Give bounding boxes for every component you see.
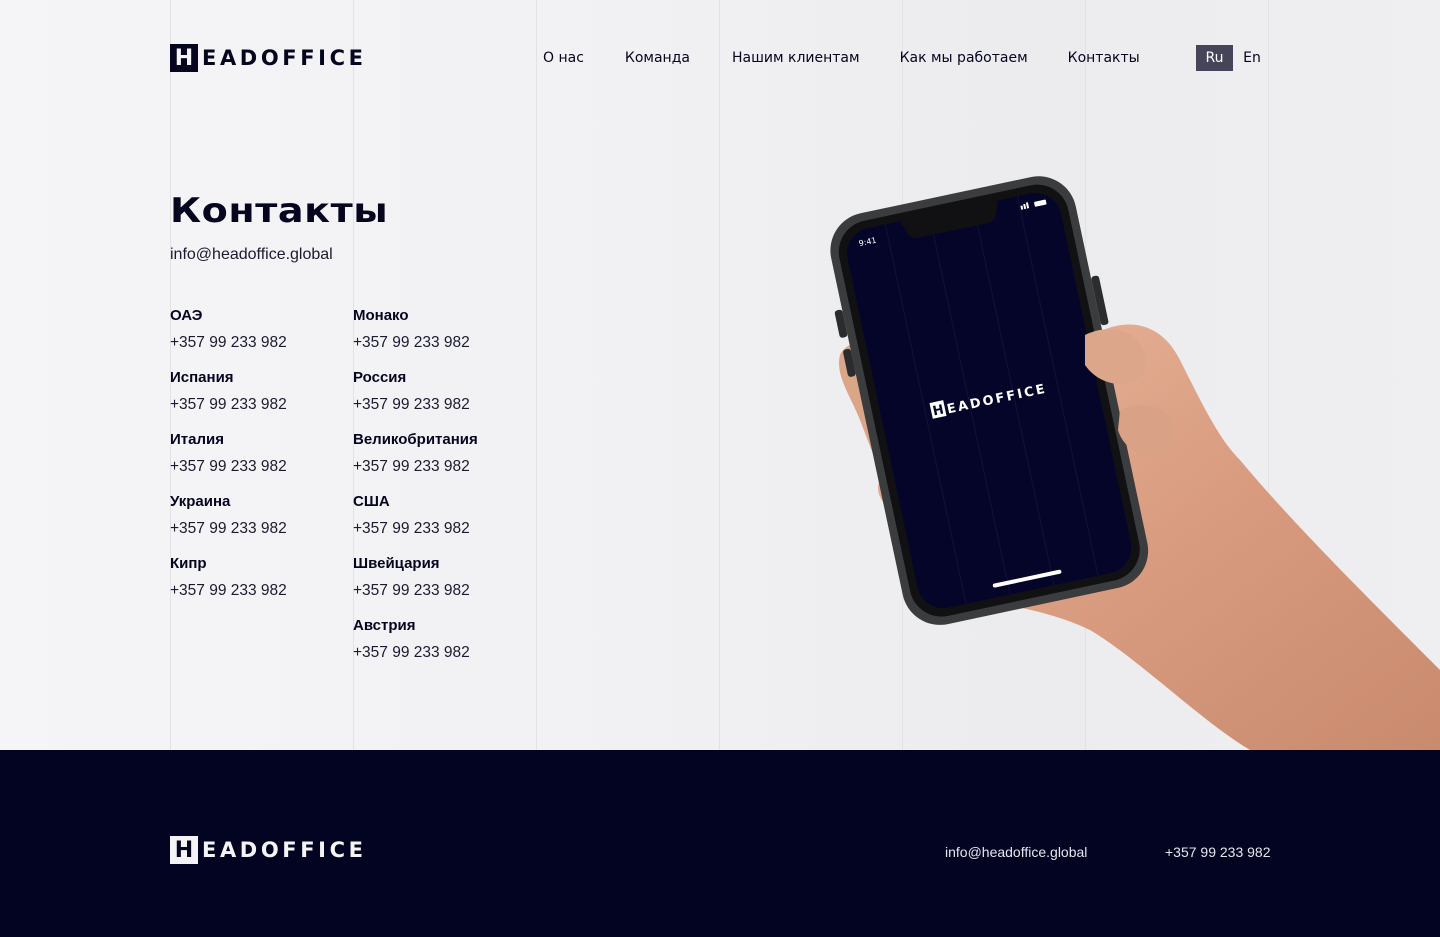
nav-item-contacts[interactable]: Контакты	[1068, 50, 1140, 66]
offices-column-right: Монако +357 99 233 982 Россия +357 99 23…	[353, 306, 478, 678]
office-item: Австрия +357 99 233 982	[353, 616, 478, 678]
office-item: Великобритания +357 99 233 982	[353, 430, 478, 492]
footer-email-link[interactable]: info@headoffice.global	[945, 844, 1087, 860]
office-phone[interactable]: +357 99 233 982	[353, 643, 478, 663]
nav-item-about[interactable]: О нас	[543, 50, 584, 66]
lang-en-button[interactable]: En	[1236, 45, 1268, 71]
office-item: Италия +357 99 233 982	[170, 430, 287, 492]
office-phone[interactable]: +357 99 233 982	[170, 395, 287, 415]
logo-letter: H	[170, 44, 198, 72]
office-country: Италия	[170, 431, 224, 448]
office-country: Монако	[353, 307, 409, 324]
grid-line	[719, 0, 720, 750]
office-country: Испания	[170, 369, 234, 386]
grid-line	[536, 0, 537, 750]
office-item: Испания +357 99 233 982	[170, 368, 287, 430]
main-nav: О нас Команда Нашим клиентам Как мы рабо…	[543, 44, 1140, 71]
nav-item-how-we-work[interactable]: Как мы работаем	[900, 50, 1028, 66]
office-item: США +357 99 233 982	[353, 492, 478, 554]
nav-item-team[interactable]: Команда	[625, 50, 690, 66]
logo-letter: H	[170, 836, 198, 864]
office-item: Россия +357 99 233 982	[353, 368, 478, 430]
office-phone[interactable]: +357 99 233 982	[353, 581, 478, 601]
office-item: Кипр +357 99 233 982	[170, 554, 287, 616]
office-item: Монако +357 99 233 982	[353, 306, 478, 368]
office-item: ОАЭ +357 99 233 982	[170, 306, 287, 368]
office-phone[interactable]: +357 99 233 982	[353, 519, 478, 539]
contact-email-link[interactable]: info@headoffice.global	[170, 246, 333, 264]
footer-logo[interactable]: H EADOFFICE	[170, 836, 367, 864]
office-country: Кипр	[170, 555, 207, 572]
office-item: Швейцария +357 99 233 982	[353, 554, 478, 616]
office-country: ОАЭ	[170, 307, 203, 324]
office-item: Украина +357 99 233 982	[170, 492, 287, 554]
office-country: Россия	[353, 369, 407, 386]
logo-text: EADOFFICE	[202, 46, 367, 70]
office-phone[interactable]: +357 99 233 982	[353, 457, 478, 477]
office-country: США	[353, 493, 390, 510]
office-phone[interactable]: +357 99 233 982	[353, 395, 478, 415]
page-title: Контакты	[170, 191, 389, 231]
footer-phone-link[interactable]: +357 99 233 982	[1165, 844, 1271, 860]
office-phone[interactable]: +357 99 233 982	[170, 333, 287, 353]
header-logo[interactable]: H EADOFFICE	[170, 44, 367, 72]
office-phone[interactable]: +357 99 233 982	[170, 457, 287, 477]
nav-item-clients[interactable]: Нашим клиентам	[732, 50, 860, 66]
office-country: Великобритания	[353, 431, 478, 448]
offices-column-left: ОАЭ +357 99 233 982 Испания +357 99 233 …	[170, 306, 287, 616]
office-phone[interactable]: +357 99 233 982	[170, 581, 287, 601]
office-phone[interactable]: +357 99 233 982	[353, 333, 478, 353]
phone-in-hand-illustration: 9:41 H EADOFFICE	[830, 176, 1440, 750]
office-country: Украина	[170, 493, 231, 510]
lang-ru-button[interactable]: Ru	[1196, 45, 1233, 71]
logo-text: EADOFFICE	[202, 838, 367, 862]
office-country: Швейцария	[353, 555, 440, 572]
office-country: Австрия	[353, 617, 416, 634]
office-phone[interactable]: +357 99 233 982	[170, 519, 287, 539]
